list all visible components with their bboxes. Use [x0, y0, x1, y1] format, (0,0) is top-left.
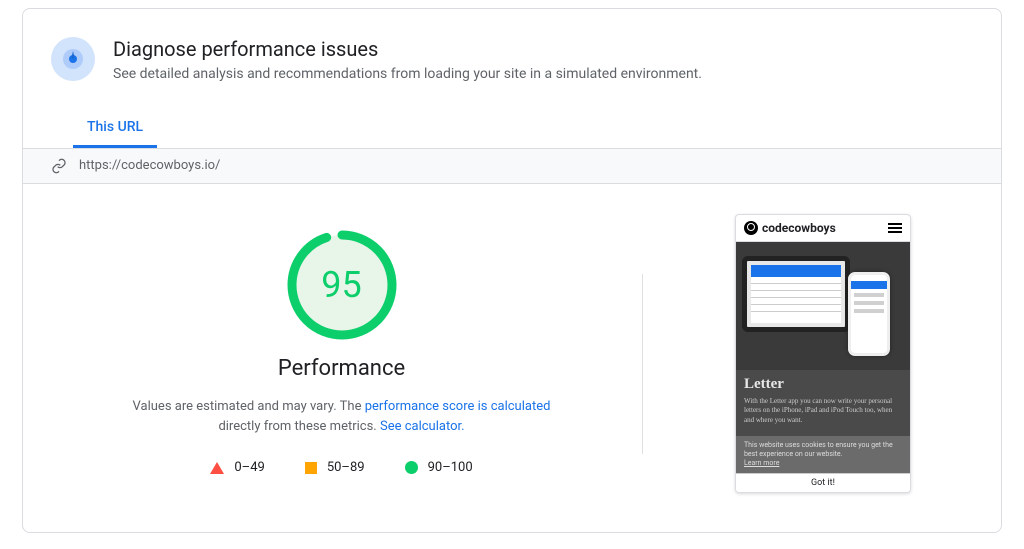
- performance-panel: 95 Performance Values are estimated and …: [51, 214, 632, 476]
- card-title: Diagnose performance issues: [113, 37, 702, 61]
- score-legend: 0–49 50–89 90–100: [210, 460, 472, 475]
- legend-average: 50–89: [305, 460, 365, 475]
- tablet-mockup: [742, 256, 850, 332]
- site-preview: codecowboys: [673, 214, 973, 494]
- card-header: Diagnose performance issues See detailed…: [23, 9, 1001, 95]
- url-text: https://codecowboys.io/: [79, 158, 220, 173]
- performance-gauge: 95: [287, 230, 397, 340]
- cookie-learn-more-link[interactable]: Learn more: [744, 459, 779, 467]
- preview-hero-text: With the Letter app you can now write yo…: [744, 397, 902, 426]
- tab-this-url[interactable]: This URL: [73, 109, 157, 148]
- circle-icon: [405, 461, 418, 474]
- vertical-divider: [642, 274, 643, 454]
- performance-score: 95: [287, 230, 397, 340]
- performance-label: Performance: [278, 356, 405, 381]
- preview-hero: [736, 242, 910, 370]
- compass-icon: [51, 37, 95, 81]
- cookie-banner: This website uses cookies to ensure you …: [736, 436, 910, 473]
- url-bar: https://codecowboys.io/: [23, 148, 1001, 184]
- preview-hero-title: Letter: [744, 376, 902, 393]
- card-subtitle: See detailed analysis and recommendation…: [113, 65, 702, 85]
- legend-pass: 90–100: [405, 460, 473, 475]
- preview-frame: codecowboys: [735, 214, 911, 494]
- preview-brand: codecowboys: [744, 221, 836, 235]
- tabs: This URL: [23, 109, 1001, 148]
- cookie-accept-button[interactable]: Got it!: [736, 473, 910, 492]
- score-calc-link[interactable]: performance score is calculated: [365, 399, 551, 414]
- legend-fail: 0–49: [210, 460, 264, 475]
- diagnose-card: Diagnose performance issues See detailed…: [22, 8, 1002, 533]
- preview-logo-icon: [744, 221, 758, 235]
- link-icon: [51, 158, 67, 174]
- hamburger-icon[interactable]: [888, 223, 902, 233]
- performance-description: Values are estimated and may vary. The p…: [132, 397, 552, 439]
- phone-mockup: [848, 272, 890, 356]
- square-icon: [305, 462, 317, 474]
- see-calculator-link[interactable]: See calculator.: [380, 419, 465, 434]
- triangle-icon: [210, 462, 224, 474]
